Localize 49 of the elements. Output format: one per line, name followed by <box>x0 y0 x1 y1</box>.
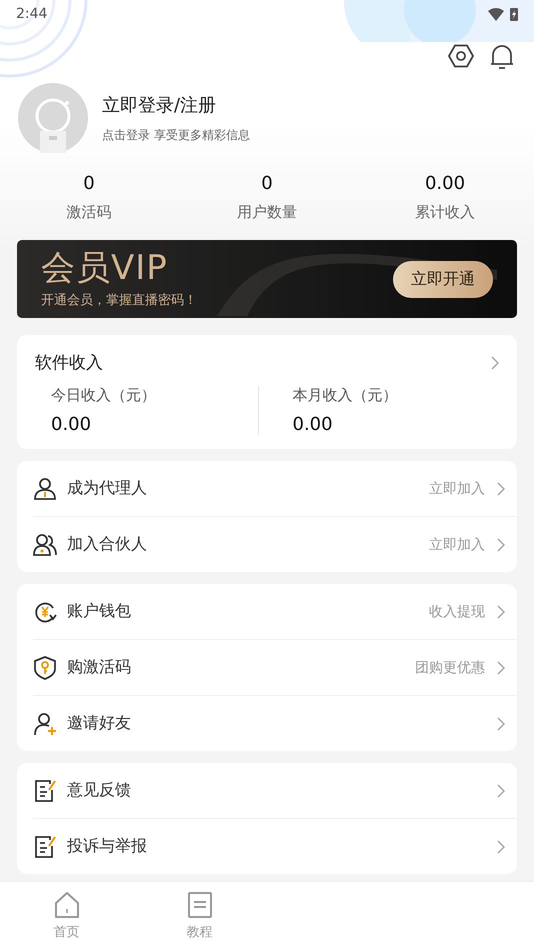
add-person-icon <box>33 712 57 736</box>
person-icon <box>33 476 57 500</box>
open-vip-button[interactable]: 立即开通 <box>393 260 493 298</box>
document-icon <box>186 891 212 919</box>
item-hint: 立即加入 <box>429 480 485 498</box>
income-value: 0.00 <box>51 414 92 435</box>
chevron-right-icon <box>497 482 505 496</box>
vip-subtitle: 开通会员，掌握直播密码！ <box>41 292 197 309</box>
stat-value: 0.00 <box>424 173 466 194</box>
menu-item[interactable]: 意见反馈 <box>33 763 517 818</box>
stat-label: 累计收入 <box>414 203 476 222</box>
item-hint: 收入提现 <box>429 602 485 620</box>
menu-item[interactable]: 投诉与举报 <box>33 818 517 874</box>
shield-key-icon <box>33 656 57 680</box>
menu-item[interactable]: 邀请好友 <box>33 695 517 751</box>
chevron-right-icon <box>497 660 505 674</box>
status-time: 2:44 <box>16 6 48 22</box>
stat-value: 0 <box>82 173 96 194</box>
menu-item[interactable]: 购激活码 团购更优惠 <box>33 639 517 695</box>
chevron-right-icon <box>497 716 505 730</box>
login-link[interactable]: 立即登录/注册 <box>102 92 250 116</box>
income-value: 0.00 <box>292 414 334 435</box>
chevron-right-icon <box>497 784 505 798</box>
chevron-right-icon <box>497 538 505 552</box>
item-hint: 立即加入 <box>429 536 485 554</box>
menu-item[interactable]: 账户钱包 收入提现 <box>33 584 517 639</box>
people-icon <box>33 532 57 556</box>
vip-banner[interactable]: 会员VIP 开通会员，掌握直播密码！ 立即开通 <box>17 240 517 318</box>
settings-icon[interactable] <box>448 44 474 68</box>
notification-bell-icon[interactable] <box>490 44 514 70</box>
menu-item[interactable]: 加入合伙人 立即加入 <box>33 516 517 572</box>
login-hint: 点击登录 享受更多精彩信息 <box>102 126 250 144</box>
stat-value: 0 <box>260 173 274 194</box>
chevron-right-icon <box>497 840 505 854</box>
battery-icon <box>510 7 518 21</box>
stat-label: 激活码 <box>66 203 112 222</box>
vip-title: 会员VIP <box>41 249 169 287</box>
home-icon <box>54 891 80 919</box>
item-hint: 团购更优惠 <box>415 658 485 676</box>
stat-label: 用户数量 <box>236 203 298 222</box>
menu-item[interactable]: 成为代理人 立即加入 <box>33 461 517 516</box>
income-label: 本月收入（元） <box>292 386 398 405</box>
income-label: 今日收入（元） <box>51 386 157 405</box>
edit-note-icon <box>33 778 57 802</box>
wifi-icon <box>488 8 504 20</box>
chevron-right-icon <box>497 604 505 618</box>
edit-note-icon <box>33 834 57 858</box>
yuan-coin-icon <box>33 600 57 624</box>
income-title: 软件收入 <box>35 352 103 374</box>
